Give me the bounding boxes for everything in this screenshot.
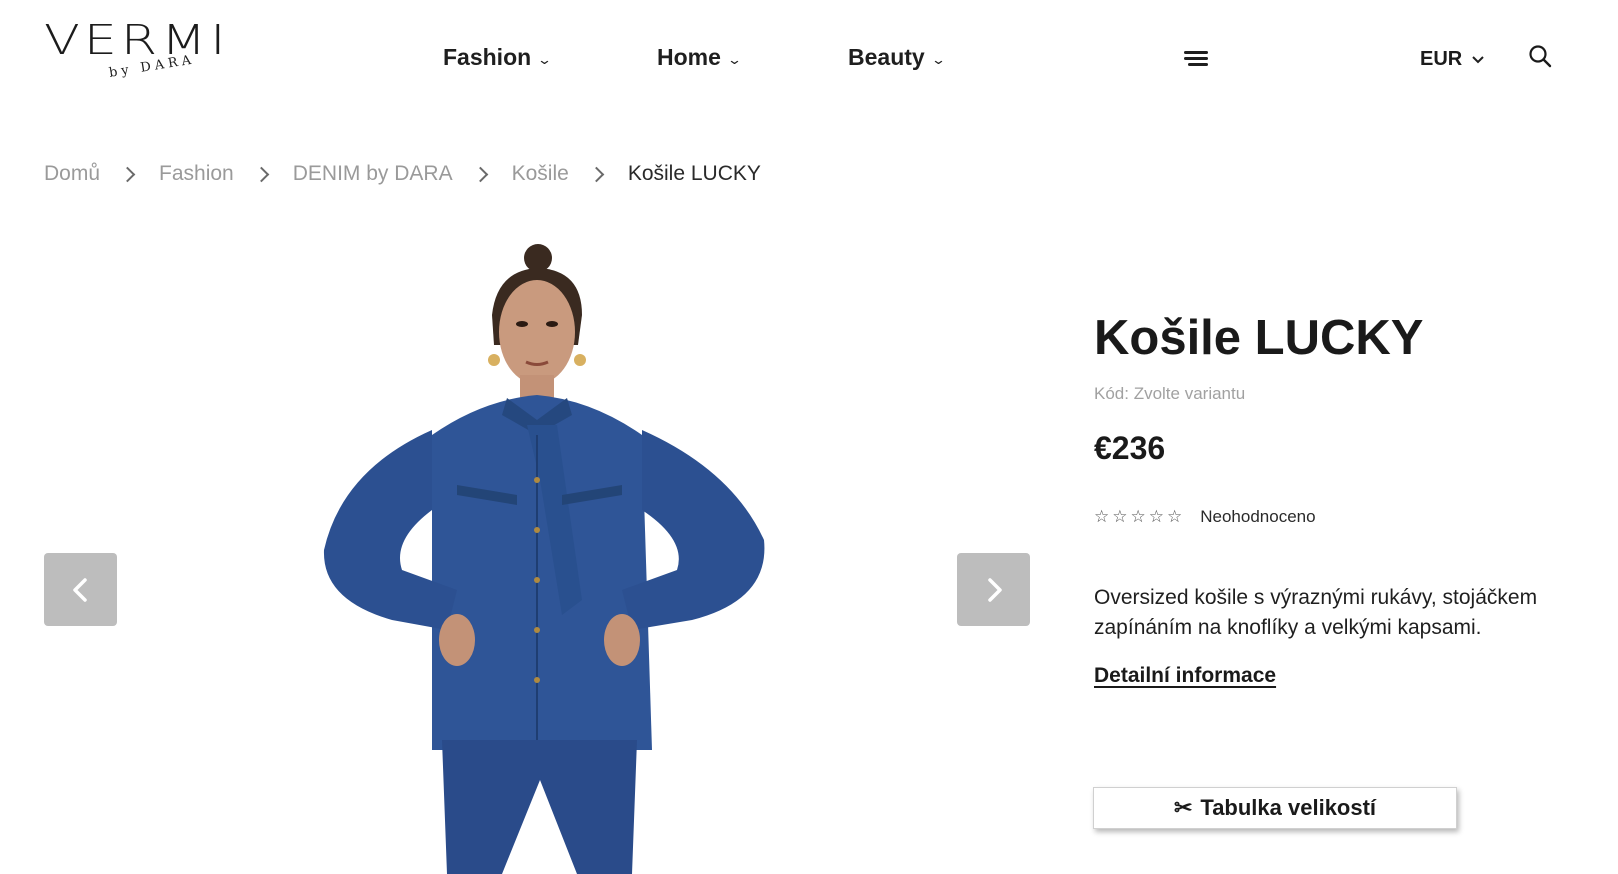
nav-item-beauty[interactable]: Beauty ⌄	[848, 44, 946, 71]
size-chart-button[interactable]: ✂ Tabulka velikostí	[1093, 787, 1457, 829]
chevron-right-icon	[588, 166, 605, 182]
breadcrumb-link-denim[interactable]: DENIM by DARA	[293, 162, 453, 186]
star-empty-icon: ☆	[1112, 507, 1128, 526]
product-rating[interactable]: ☆ ☆ ☆ ☆ ☆ Neohodnoceno	[1094, 507, 1316, 527]
description-line: Oversized košile s výraznými rukávy, sto…	[1094, 586, 1538, 609]
product-title: Košile LUCKY	[1094, 311, 1424, 365]
detail-info-link[interactable]: Detailní informace	[1094, 664, 1276, 688]
hamburger-icon[interactable]	[1184, 51, 1210, 67]
chevron-left-icon	[72, 577, 87, 602]
star-empty-icon: ☆	[1167, 507, 1183, 526]
nav-item-fashion[interactable]: Fashion ⌄	[443, 44, 553, 71]
chevron-down-icon: ⌄	[726, 51, 742, 67]
size-chart-label: Tabulka velikostí	[1200, 795, 1377, 820]
chevron-down-icon: ⌄	[536, 51, 553, 67]
gallery-next-button[interactable]	[957, 553, 1030, 626]
currency-label: EUR	[1420, 48, 1463, 70]
scissors-icon: ✂	[1173, 795, 1193, 820]
breadcrumb-link-shirts[interactable]: Košile	[512, 162, 569, 186]
chevron-right-icon	[119, 166, 136, 182]
product-price: €236	[1094, 430, 1166, 466]
gallery-prev-button[interactable]	[44, 553, 117, 626]
logo-wordmark: VERMI	[44, 16, 230, 64]
chevron-down-icon	[1472, 55, 1484, 63]
site-logo[interactable]: VERMI by DARA	[44, 20, 266, 92]
star-empty-icon: ☆	[1094, 507, 1110, 526]
description-line: zapínáním na knoflíky a velkými kapsami.	[1094, 616, 1482, 639]
nav-label: Home	[657, 44, 721, 70]
currency-selector[interactable]: EUR	[1420, 48, 1484, 71]
chevron-right-icon	[253, 166, 270, 182]
breadcrumb-current: Košile LUCKY	[627, 162, 761, 185]
product-description: Oversized košile s výraznými rukávy, sto…	[1094, 583, 1618, 643]
product-code: Kód: Zvolte variantu	[1094, 384, 1246, 403]
nav-label: Beauty	[848, 44, 925, 70]
rating-label: Neohodnoceno	[1200, 507, 1316, 526]
chevron-right-icon	[987, 577, 1002, 602]
star-empty-icon: ☆	[1148, 507, 1164, 526]
breadcrumb-link-fashion[interactable]: Fashion	[159, 162, 234, 186]
rating-stars: ☆ ☆ ☆ ☆ ☆	[1094, 507, 1182, 527]
product-photo-illustration	[282, 220, 780, 874]
star-empty-icon: ☆	[1130, 507, 1146, 526]
breadcrumb: Domů Fashion DENIM by DARA Košile Košile…	[44, 162, 761, 186]
nav-item-home[interactable]: Home ⌄	[657, 44, 742, 71]
product-image[interactable]	[282, 220, 780, 874]
breadcrumb-link-home[interactable]: Domů	[44, 162, 100, 186]
chevron-down-icon: ⌄	[930, 51, 946, 67]
chevron-right-icon	[472, 166, 488, 182]
nav-label: Fashion	[443, 44, 532, 70]
search-icon[interactable]	[1528, 44, 1552, 68]
